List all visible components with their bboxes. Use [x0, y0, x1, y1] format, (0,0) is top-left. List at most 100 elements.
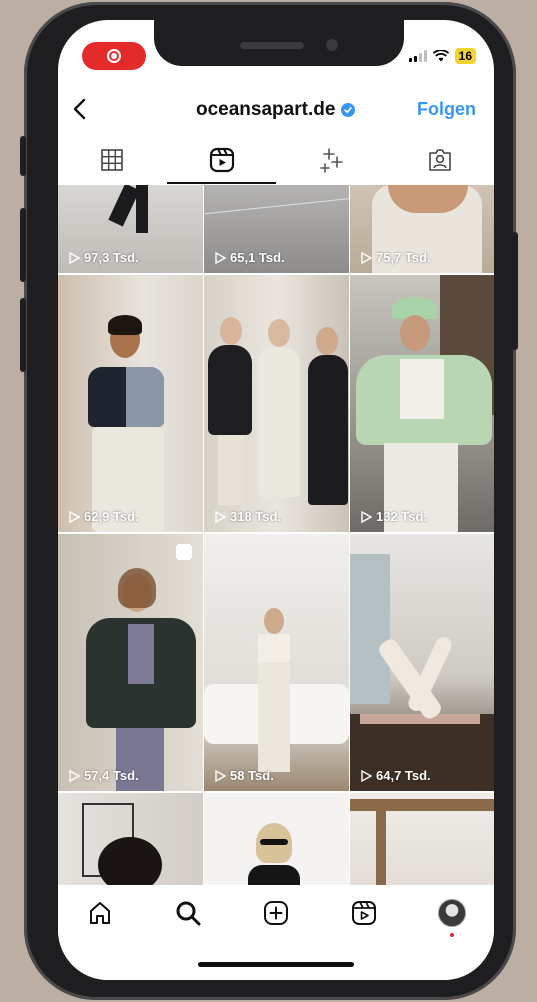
follow-button[interactable]: Folgen — [417, 99, 476, 120]
play-icon — [215, 251, 226, 264]
speaker — [240, 42, 304, 49]
person-center — [258, 347, 300, 497]
person-center-head — [268, 319, 290, 347]
tab-reels[interactable] — [208, 146, 236, 174]
legs-figure — [108, 185, 140, 227]
reel-thumbnail[interactable]: 97,3 Tsd. — [58, 185, 203, 273]
tab-effects[interactable] — [317, 146, 345, 174]
person-left-legs — [218, 435, 244, 505]
home-icon — [90, 902, 110, 924]
screen-recording-indicator[interactable] — [82, 42, 146, 70]
reel-thumbnail[interactable]: 57,4 Tsd. — [58, 534, 203, 791]
nav-create[interactable] — [262, 899, 290, 927]
create-icon — [264, 901, 288, 925]
view-count: 318 Tsd. — [214, 509, 281, 524]
play-icon — [361, 251, 372, 264]
profile-header: oceansapart.de Folgen — [58, 88, 494, 132]
nav-profile[interactable] — [438, 899, 466, 927]
post — [376, 799, 386, 885]
side-button-power — [512, 232, 518, 350]
notch — [154, 20, 404, 66]
pants — [258, 662, 290, 772]
hair — [108, 315, 142, 335]
play-icon — [215, 769, 226, 782]
grid-icon — [101, 149, 123, 171]
active-tab-indicator — [167, 182, 276, 184]
record-icon — [107, 49, 121, 63]
head — [264, 608, 284, 634]
notification-dot — [450, 933, 454, 937]
profile-avatar — [438, 899, 466, 927]
reel-thumbnail[interactable] — [204, 793, 349, 885]
view-count: 64,7 Tsd. — [360, 768, 431, 783]
battery-indicator: 16 — [454, 48, 476, 64]
play-icon — [69, 251, 80, 264]
status-bar-right: 16 — [408, 48, 476, 64]
username: oceansapart.de — [196, 99, 336, 120]
view-count: 65,1 Tsd. — [214, 250, 285, 265]
play-icon — [69, 510, 80, 523]
person-right — [308, 355, 348, 505]
reel-thumbnail[interactable]: 62,9 Tsd. — [58, 275, 203, 532]
shopping-bag-icon — [176, 544, 192, 560]
view-count: 57,4 Tsd. — [68, 768, 139, 783]
back-icon[interactable] — [68, 96, 94, 122]
court-line — [204, 194, 349, 217]
play-icon — [361, 769, 372, 782]
tab-grid[interactable] — [98, 146, 126, 174]
home-indicator — [198, 962, 354, 967]
signal-icon — [408, 50, 427, 62]
reel-thumbnail[interactable]: 65,1 Tsd. — [204, 185, 349, 273]
nav-home[interactable] — [86, 899, 114, 927]
top-panel — [126, 367, 164, 427]
top — [258, 634, 290, 662]
tab-tagged[interactable] — [426, 146, 454, 174]
sunglasses — [260, 839, 288, 845]
view-count: 97,3 Tsd. — [68, 250, 139, 265]
play-icon — [361, 510, 372, 523]
beam — [350, 799, 494, 811]
front-camera — [326, 39, 338, 51]
verified-badge-icon — [341, 103, 356, 117]
side-button-volume-up — [20, 208, 26, 282]
person-left-head — [220, 317, 242, 345]
top — [400, 359, 444, 419]
nav-search[interactable] — [174, 899, 202, 927]
play-icon — [215, 510, 226, 523]
profile-title: oceansapart.de — [196, 99, 356, 121]
side-button-volume-down — [20, 298, 26, 372]
play-icon — [69, 769, 80, 782]
top — [128, 624, 154, 684]
reel-thumbnail[interactable]: 132 Tsd. — [350, 275, 494, 532]
window — [350, 554, 390, 704]
reels-icon — [209, 147, 235, 173]
reels-grid: 97,3 Tsd. 65,1 Tsd. 75,7 Tsd. 62,9 Tsd. … — [58, 185, 494, 885]
view-count: 132 Tsd. — [360, 509, 427, 524]
person-left — [208, 345, 252, 435]
reel-thumbnail[interactable]: 318 Tsd. — [204, 275, 349, 532]
reel-thumbnail[interactable]: 58 Tsd. — [204, 534, 349, 791]
profile-tabs — [58, 142, 494, 184]
reel-thumbnail[interactable] — [58, 793, 203, 885]
head — [400, 315, 430, 351]
search-icon — [176, 901, 201, 926]
phone-screen: 16 oceansapart.de Folgen 97,3 Tsd. 65,1 … — [58, 20, 494, 980]
sparkles-icon — [320, 148, 343, 173]
top — [248, 865, 300, 885]
legs-figure — [136, 185, 148, 233]
yoga-mat — [360, 714, 480, 724]
side-button-silent — [20, 136, 26, 176]
curly-hair — [98, 837, 162, 885]
reels-icon — [352, 901, 376, 925]
wifi-icon — [432, 50, 449, 62]
view-count: 58 Tsd. — [214, 768, 274, 783]
view-count: 62,9 Tsd. — [68, 509, 139, 524]
hair — [118, 568, 156, 608]
person-right-head — [316, 327, 338, 355]
nav-reels[interactable] — [350, 899, 378, 927]
reel-thumbnail[interactable] — [350, 793, 494, 885]
reel-thumbnail[interactable]: 75,7 Tsd. — [350, 185, 494, 273]
tagged-icon — [429, 149, 451, 171]
reel-thumbnail[interactable]: 64,7 Tsd. — [350, 534, 494, 791]
view-count: 75,7 Tsd. — [360, 250, 431, 265]
